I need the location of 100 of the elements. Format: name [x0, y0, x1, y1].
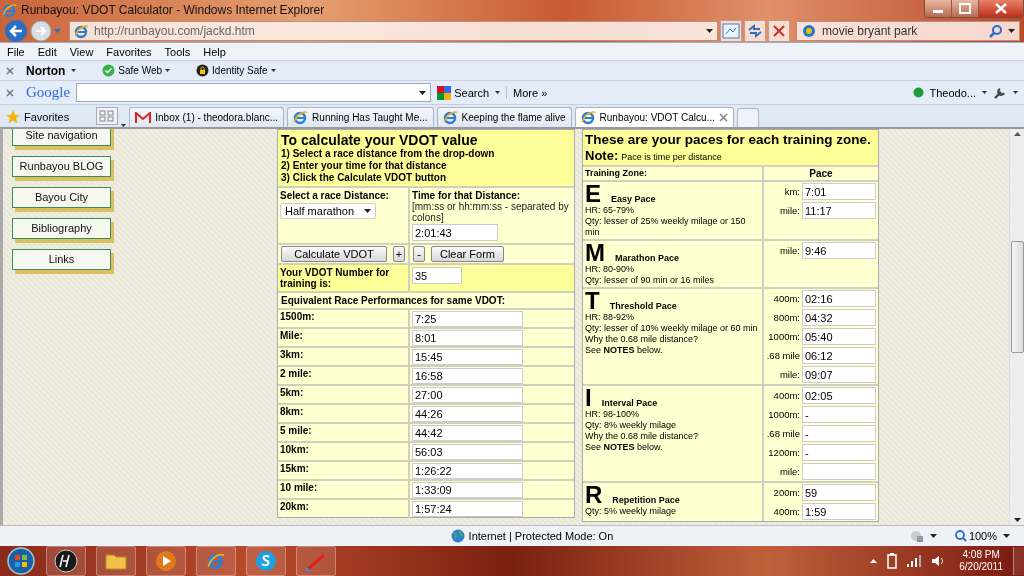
- pace-input[interactable]: 02:05: [802, 387, 876, 404]
- distance-dropdown[interactable]: Half marathon: [280, 203, 377, 219]
- time-input[interactable]: 8:01: [412, 330, 523, 346]
- address-field[interactable]: http://runbayou.com/jackd.htm: [69, 21, 718, 41]
- clear-button[interactable]: Clear Form: [431, 246, 504, 262]
- forward-icon[interactable]: [30, 20, 52, 42]
- caret-icon[interactable]: [71, 69, 77, 72]
- time-input[interactable]: 56:03: [412, 444, 523, 460]
- caret-icon[interactable]: [1003, 534, 1010, 538]
- caret-icon[interactable]: [364, 209, 372, 213]
- pace-input[interactable]: 09:07: [802, 366, 876, 383]
- wrench-icon[interactable]: [993, 85, 1007, 100]
- hp-icon[interactable]: [46, 546, 86, 576]
- pace-input[interactable]: 59: [802, 484, 876, 501]
- pace-input[interactable]: 04:32: [802, 309, 876, 326]
- pace-input[interactable]: -: [802, 425, 876, 442]
- caret-icon[interactable]: [1008, 29, 1015, 33]
- browser-tab[interactable]: Runbayou: VDOT Calcu...: [574, 107, 734, 127]
- clock[interactable]: 4:08 PM 6/20/2011: [959, 549, 1003, 573]
- caret-icon[interactable]: [165, 69, 171, 72]
- pace-input[interactable]: 1:59: [802, 503, 876, 520]
- minimize-icon[interactable]: [925, 0, 952, 17]
- stop-icon[interactable]: [768, 20, 790, 42]
- battery-icon[interactable]: [887, 553, 898, 569]
- favorites-button[interactable]: Favorites: [6, 107, 70, 127]
- more-button[interactable]: More »: [506, 86, 548, 99]
- time-input[interactable]: 1:26:22: [412, 463, 523, 479]
- caret-icon[interactable]: [1013, 91, 1018, 94]
- start-icon[interactable]: [6, 546, 36, 576]
- menu-item[interactable]: File: [7, 45, 25, 58]
- scrollbar-thumb[interactable]: [1010, 241, 1024, 353]
- browser-tab[interactable]: Inbox (1) - theodora.blanc...: [129, 107, 285, 127]
- close-icon[interactable]: [6, 88, 14, 97]
- time-input[interactable]: 2:01:43: [412, 224, 498, 241]
- signal-icon[interactable]: [907, 555, 922, 567]
- pace-input[interactable]: 02:16: [802, 290, 876, 307]
- column-header: Training Zone:: [583, 167, 764, 180]
- time-input[interactable]: 7:25: [412, 311, 523, 327]
- search-button[interactable]: Search: [437, 85, 490, 100]
- caret-icon[interactable]: [270, 69, 276, 72]
- show-hidden-icon[interactable]: [870, 559, 878, 563]
- pace-input[interactable]: -: [802, 444, 876, 461]
- caret-icon[interactable]: [929, 534, 937, 538]
- vdot-input[interactable]: 35: [412, 267, 462, 284]
- down-arrow-icon[interactable]: [1013, 518, 1021, 522]
- distance-cell: 5km:: [278, 386, 410, 404]
- search-field[interactable]: movie bryant park: [796, 21, 1020, 41]
- norton-menu[interactable]: Norton: [26, 63, 66, 78]
- user-menu[interactable]: Theodo...: [929, 86, 976, 99]
- browser-tab[interactable]: Keeping the flame alive: [436, 107, 572, 127]
- refresh-icon[interactable]: [744, 20, 766, 42]
- calculate-button[interactable]: Calculate VDOT: [281, 246, 387, 262]
- zoom-button[interactable]: 100%: [954, 530, 997, 542]
- skype-icon[interactable]: [246, 546, 286, 576]
- time-input[interactable]: 16:58: [412, 368, 523, 384]
- pace-input[interactable]: -: [802, 406, 876, 423]
- search-field[interactable]: [76, 83, 432, 102]
- scrollbar[interactable]: [1009, 129, 1024, 525]
- pace-input[interactable]: 06:12: [802, 347, 876, 364]
- toolbar-button[interactable]: Identity Safe: [212, 65, 268, 76]
- mail-icon: [135, 111, 152, 124]
- time-input[interactable]: 1:33:09: [412, 482, 523, 498]
- back-icon[interactable]: [4, 19, 28, 43]
- show-desktop-button[interactable]: [1013, 547, 1024, 575]
- time-input[interactable]: 44:42: [412, 425, 523, 441]
- menu-item[interactable]: Edit: [37, 45, 57, 58]
- compatibility-icon[interactable]: [720, 20, 742, 42]
- zone-name: Threshold Pace: [609, 300, 677, 312]
- caret-icon[interactable]: [495, 91, 501, 94]
- menu-item[interactable]: View: [69, 45, 94, 58]
- menu-item[interactable]: Favorites: [106, 45, 152, 58]
- instruction-step: 2) Enter your time for that distance: [281, 160, 571, 172]
- caret-icon[interactable]: [419, 90, 427, 95]
- menu-item[interactable]: Help: [203, 45, 226, 58]
- caret-icon[interactable]: [982, 91, 987, 94]
- toolbar-button[interactable]: Safe Web: [118, 65, 163, 76]
- maximize-icon[interactable]: [952, 0, 979, 17]
- media-player-icon[interactable]: [146, 546, 186, 576]
- folder-icon[interactable]: [96, 546, 136, 576]
- minus-button[interactable]: -: [413, 246, 425, 262]
- time-input[interactable]: 1:57:24: [412, 501, 523, 517]
- result-label: Your VDOT Number for training is:: [280, 267, 391, 289]
- browser-tab[interactable]: Running Has Taught Me...: [287, 107, 434, 127]
- pace-input[interactable]: 7:01: [802, 183, 876, 200]
- time-input[interactable]: 15:45: [412, 349, 523, 365]
- search-icon[interactable]: [989, 24, 1003, 38]
- caret-icon[interactable]: [706, 29, 713, 33]
- pace-input[interactable]: 11:17: [802, 202, 876, 219]
- close-icon[interactable]: [979, 0, 1023, 17]
- close-icon[interactable]: [6, 66, 14, 75]
- speaker-icon[interactable]: [931, 555, 946, 567]
- up-arrow-icon[interactable]: [1013, 132, 1021, 136]
- pace-input[interactable]: 9:46: [802, 242, 876, 259]
- pace-input[interactable]: 05:40: [802, 328, 876, 345]
- time-input[interactable]: 44:26: [412, 406, 523, 422]
- close-icon[interactable]: [718, 113, 728, 122]
- pace-input[interactable]: [802, 463, 876, 480]
- plus-button[interactable]: +: [393, 246, 405, 262]
- time-input[interactable]: 27:00: [412, 387, 523, 403]
- menu-item[interactable]: Tools: [164, 45, 191, 58]
